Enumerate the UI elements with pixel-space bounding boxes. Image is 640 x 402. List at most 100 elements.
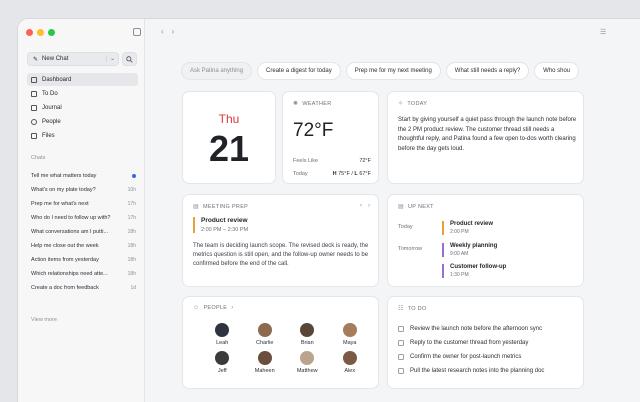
avatar bbox=[215, 351, 230, 365]
sidebar-item-files[interactable]: Files bbox=[27, 129, 138, 142]
chat-title: What conversations am I putti... bbox=[31, 229, 109, 235]
back-arrow-icon[interactable]: ‹ bbox=[161, 27, 164, 36]
event-item[interactable]: Product review 2:00 PM bbox=[442, 221, 493, 235]
sparkle-icon: ✧ bbox=[398, 101, 404, 107]
date-card: Thu 21 bbox=[182, 91, 276, 184]
chat-time: 17h bbox=[127, 215, 136, 221]
person[interactable]: Jeff bbox=[201, 351, 244, 374]
todo-checkbox[interactable] bbox=[398, 368, 404, 374]
chat-title: What's on my plate today? bbox=[31, 187, 96, 193]
up-next-card: ▤ UP NEXT Today Product review 2:00 PM Tom… bbox=[387, 194, 584, 287]
minimize-window-button[interactable] bbox=[37, 29, 44, 36]
people-card: ☺ PEOPLE › Leah Charlie Brian Maya Jeff Ma… bbox=[182, 296, 379, 389]
sidebar-item-people[interactable]: People bbox=[27, 115, 138, 128]
person[interactable]: Brian bbox=[286, 323, 329, 346]
upnext-heading: UP NEXT bbox=[407, 203, 434, 210]
sidebar-item-label: To Do bbox=[42, 90, 58, 97]
todo-text: Confirm the owner for post-launch metric… bbox=[410, 354, 522, 360]
low-value: 67°F bbox=[359, 171, 371, 177]
event-time: 9:00 AM bbox=[450, 251, 469, 257]
zoom-window-button[interactable] bbox=[48, 29, 55, 36]
view-more-link[interactable]: View more bbox=[31, 317, 57, 323]
prev-icon[interactable]: ‹ bbox=[360, 203, 362, 209]
history-nav: ‹ › bbox=[161, 27, 174, 36]
meeting-time: 2:00 PM – 2:30 PM bbox=[201, 227, 249, 233]
chat-item[interactable]: Create a doc from feedback 1d bbox=[31, 281, 136, 295]
todo-checkbox[interactable] bbox=[398, 354, 404, 360]
event-item[interactable]: Weekly planning 9:00 AM bbox=[442, 243, 497, 257]
chat-item[interactable]: Action items from yesterday 18h bbox=[31, 253, 136, 267]
people-icon bbox=[31, 118, 37, 125]
people-icon: ☺ bbox=[193, 305, 200, 311]
sidebar-toggle-icon[interactable] bbox=[133, 28, 141, 36]
new-chat-button[interactable]: ✎ New Chat ⌄ bbox=[27, 52, 119, 66]
ask-input[interactable]: Ask Patina anything bbox=[181, 62, 253, 80]
todo-header: ☷ TO DO bbox=[398, 305, 427, 313]
weather-header: ✺ WEATHER bbox=[293, 100, 332, 108]
meeting-heading: MEETING PREP bbox=[202, 203, 249, 210]
chevron-down-icon[interactable]: ⌄ bbox=[105, 55, 115, 62]
person[interactable]: Maya bbox=[329, 323, 372, 346]
avatar bbox=[300, 351, 315, 365]
todo-item: Pull the latest research notes into the … bbox=[398, 364, 578, 378]
chat-item[interactable]: Prep me for what's next 17h bbox=[31, 197, 136, 211]
new-chat-label: New Chat bbox=[42, 56, 69, 62]
person[interactable]: Matthew bbox=[286, 351, 329, 374]
next-icon[interactable]: › bbox=[368, 203, 370, 209]
menu-icon[interactable]: ☰ bbox=[600, 28, 606, 36]
suggestion-chip[interactable]: Prep me for my next meeting bbox=[345, 62, 441, 80]
grid-icon bbox=[31, 76, 37, 83]
chat-item[interactable]: Which relationships need atte... 18h bbox=[31, 267, 136, 281]
person-name: Matthew bbox=[296, 368, 318, 374]
low-label: L bbox=[354, 171, 358, 177]
suggestion-chip[interactable]: Who shou bbox=[534, 62, 580, 80]
sidebar-item-dashboard[interactable]: Dashboard bbox=[27, 73, 138, 86]
suggestion-chip[interactable]: What still needs a reply? bbox=[445, 62, 530, 80]
day-label: Today bbox=[398, 224, 413, 230]
today-heading: TODAY bbox=[407, 100, 428, 107]
person[interactable]: Charlie bbox=[244, 323, 287, 346]
todo-checkbox[interactable] bbox=[398, 326, 404, 332]
chat-item[interactable]: Help me close out the week 18h bbox=[31, 239, 136, 253]
meeting-header: ▤ MEETING PREP bbox=[193, 203, 249, 211]
chat-title: Which relationships need atte... bbox=[31, 271, 108, 277]
person[interactable]: Alex bbox=[329, 351, 372, 374]
search-button[interactable] bbox=[122, 52, 137, 66]
today-card: ✧ TODAY Start by giving yourself a quiet … bbox=[387, 91, 584, 184]
event-item[interactable]: Customer follow-up 1:30 PM bbox=[442, 264, 506, 278]
sidebar-item-label: People bbox=[42, 118, 61, 125]
meeting-title-block[interactable]: Product review 2:00 PM – 2:30 PM bbox=[193, 217, 248, 233]
chat-item[interactable]: What conversations am I putti... 18h bbox=[31, 225, 136, 239]
chat-item[interactable]: What's on my plate today? 10h bbox=[31, 183, 136, 197]
forward-arrow-icon[interactable]: › bbox=[172, 27, 175, 36]
main-content: ‹ › ☰ Ask Patina anything Create a diges… bbox=[145, 19, 640, 402]
weather-card: ✺ WEATHER 72°F Feels Like 72°F Today H 75°F… bbox=[282, 91, 379, 184]
chat-time: 18h bbox=[127, 229, 136, 235]
sidebar-item-journal[interactable]: Journal bbox=[27, 101, 138, 114]
chat-title: Prep me for what's next bbox=[31, 201, 89, 207]
chat-item[interactable]: Who do I need to follow up with? 17h bbox=[31, 211, 136, 225]
date-weekday: Thu bbox=[218, 112, 240, 126]
calendar-icon: ▤ bbox=[398, 204, 404, 210]
sidebar-item-todo[interactable]: To Do bbox=[27, 87, 138, 100]
event-time: 1:30 PM bbox=[450, 272, 469, 278]
chat-time: 17h bbox=[127, 201, 136, 207]
meeting-notes: The team is deciding launch scope. The r… bbox=[193, 243, 369, 267]
chevron-right-icon[interactable]: › bbox=[231, 305, 233, 311]
compose-icon: ✎ bbox=[33, 56, 39, 63]
suggestion-chip[interactable]: Create a digest for today bbox=[257, 62, 341, 80]
person[interactable]: Leah bbox=[201, 323, 244, 346]
feels-like-row: Feels Like 72°F bbox=[293, 158, 371, 164]
sidebar-item-label: Files bbox=[42, 132, 55, 139]
chat-item[interactable]: Tell me what matters today bbox=[31, 169, 136, 183]
unread-dot bbox=[132, 174, 136, 178]
person[interactable]: Maheen bbox=[244, 351, 287, 374]
people-grid: Leah Charlie Brian Maya Jeff Maheen Matt… bbox=[201, 323, 371, 374]
todo-text: Pull the latest research notes into the … bbox=[410, 368, 545, 374]
close-window-button[interactable] bbox=[26, 29, 33, 36]
avatar bbox=[342, 351, 357, 365]
todo-checkbox[interactable] bbox=[398, 340, 404, 346]
chat-title: Who do I need to follow up with? bbox=[31, 215, 111, 221]
chat-time: 10h bbox=[127, 187, 136, 193]
event-title: Customer follow-up bbox=[450, 264, 507, 270]
